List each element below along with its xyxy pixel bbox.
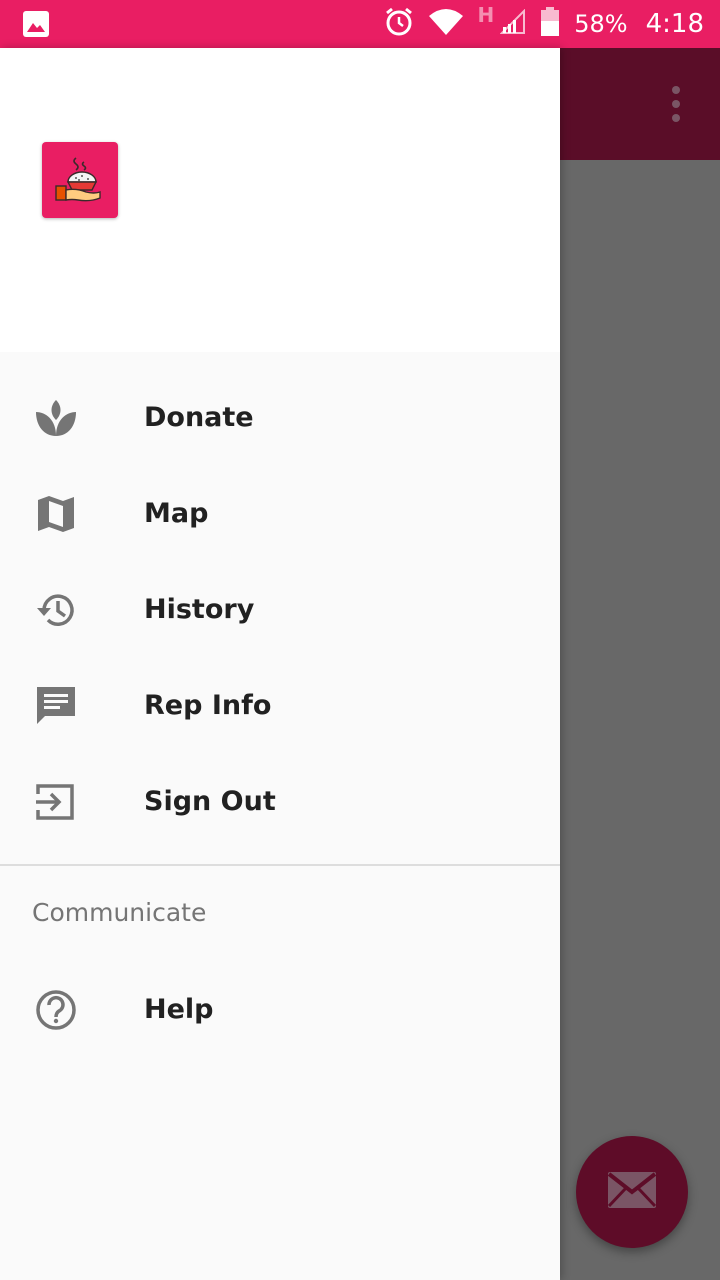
email-fab-button[interactable] xyxy=(576,1136,688,1248)
menu-item-label: History xyxy=(144,594,255,625)
exit-icon xyxy=(34,780,78,824)
menu-item-label: Rep Info xyxy=(144,690,272,721)
map-icon xyxy=(34,492,78,536)
communicate-menu: Help xyxy=(0,962,560,1058)
menu-divider xyxy=(0,864,560,866)
menu-item-rep-info[interactable]: Rep Info xyxy=(0,658,560,754)
drawer-header xyxy=(0,48,560,352)
battery-percent: 58% xyxy=(574,10,628,38)
message-icon xyxy=(34,684,78,728)
image-notification-icon xyxy=(22,10,50,38)
menu-item-history[interactable]: History xyxy=(0,562,560,658)
menu-item-label: Map xyxy=(144,498,209,529)
menu-item-label: Help xyxy=(144,994,214,1025)
app-logo-icon xyxy=(42,142,118,218)
menu-item-help[interactable]: Help xyxy=(0,962,560,1058)
menu-item-label: Sign Out xyxy=(144,786,276,817)
mail-icon xyxy=(606,1170,658,1215)
menu-item-map[interactable]: Map xyxy=(0,466,560,562)
history-icon xyxy=(34,588,78,632)
app-toolbar xyxy=(560,48,720,160)
status-bar: H 58% 4:18 xyxy=(0,0,720,48)
clock-time: 4:18 xyxy=(645,9,704,39)
menu-item-label: Donate xyxy=(144,402,254,433)
drawer-menu: Donate Map History Rep Info Sign Out xyxy=(0,370,560,850)
menu-item-donate[interactable]: Donate xyxy=(0,370,560,466)
battery-icon xyxy=(540,6,560,42)
more-vert-icon[interactable] xyxy=(668,84,684,124)
section-header-communicate: Communicate xyxy=(32,898,207,927)
wifi-icon xyxy=(428,8,464,41)
navigation-drawer: Donate Map History Rep Info Sign Out Com… xyxy=(0,48,560,1280)
content-scrim[interactable] xyxy=(560,48,720,1280)
signal-icon xyxy=(499,8,526,40)
alarm-icon xyxy=(384,7,414,42)
menu-item-sign-out[interactable]: Sign Out xyxy=(0,754,560,850)
network-type-label: H xyxy=(477,3,495,27)
help-circle-icon xyxy=(34,988,78,1032)
spa-leaf-icon xyxy=(34,396,78,440)
